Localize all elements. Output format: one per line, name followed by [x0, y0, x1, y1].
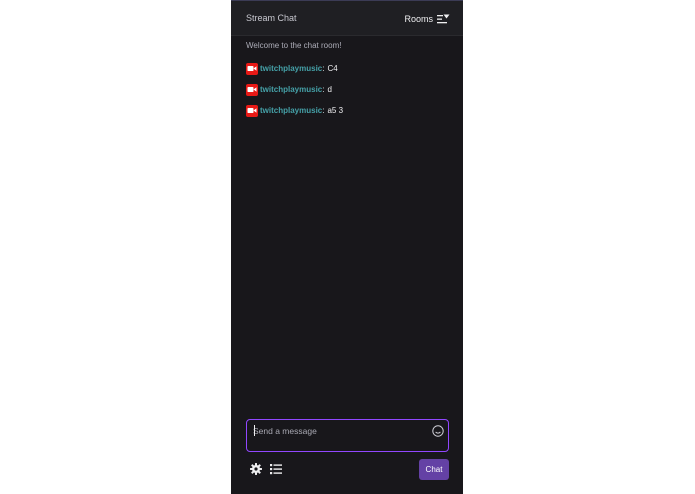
- welcome-message: Welcome to the chat room!: [246, 41, 342, 50]
- broadcaster-camera-icon[interactable]: [246, 62, 258, 75]
- message-input[interactable]: [253, 424, 423, 438]
- smiley-icon[interactable]: [432, 424, 444, 437]
- list-icon[interactable]: [270, 462, 282, 475]
- chat-footer: Chat: [246, 458, 449, 480]
- message-text: d: [327, 85, 332, 94]
- message-text: C4: [327, 64, 338, 73]
- chat-panel: Stream Chat Rooms Welcome to the chat ro…: [231, 0, 463, 494]
- chat-message: twitchplaymusic : C4: [246, 58, 451, 79]
- broadcaster-camera-icon[interactable]: [246, 83, 258, 96]
- broadcaster-camera-icon[interactable]: [246, 104, 258, 117]
- filter-sort-icon: [437, 14, 450, 24]
- message-input-box: [246, 419, 449, 452]
- rooms-label: Rooms: [404, 14, 433, 24]
- chat-send-button[interactable]: Chat: [419, 459, 449, 480]
- chat-message: twitchplaymusic : a5 3: [246, 100, 451, 121]
- rooms-button[interactable]: Rooms: [404, 11, 450, 27]
- message-list: Welcome to the chat room! twitchplaymusi…: [246, 41, 451, 121]
- message-username[interactable]: twitchplaymusic: [260, 64, 322, 73]
- chat-message: twitchplaymusic : d: [246, 79, 451, 100]
- message-text: a5 3: [327, 106, 344, 115]
- text-caret: [254, 425, 255, 436]
- message-username[interactable]: twitchplaymusic: [260, 85, 322, 94]
- message-username[interactable]: twitchplaymusic: [260, 106, 322, 115]
- gear-icon[interactable]: [250, 462, 262, 475]
- chat-title: Stream Chat: [246, 13, 297, 23]
- chat-header: Stream Chat Rooms: [231, 1, 463, 36]
